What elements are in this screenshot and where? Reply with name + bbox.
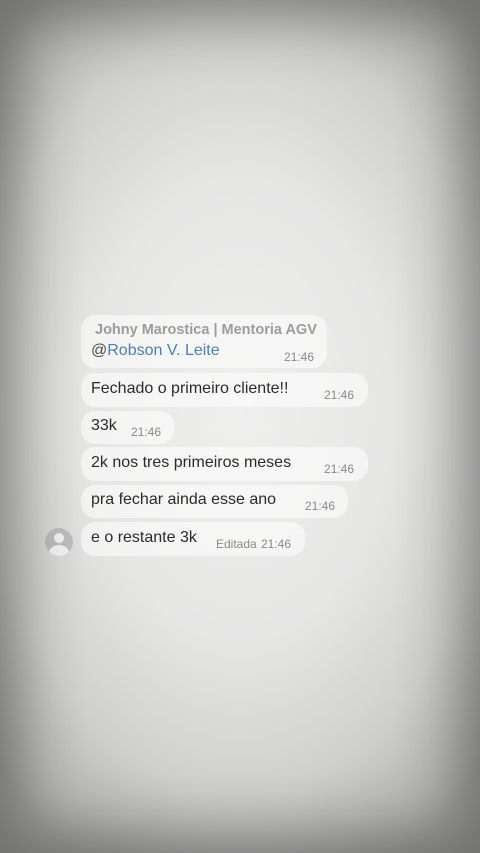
message-time: 21:46: [305, 499, 336, 513]
message-bubble[interactable]: e o restante 3k Editada 21:46: [81, 522, 305, 556]
message-text: pra fechar ainda esse ano: [91, 491, 277, 508]
mention-link[interactable]: Robson V. Leite: [107, 342, 219, 359]
message-bubble[interactable]: pra fechar ainda esse ano 21:46: [81, 485, 348, 518]
message-text: 33k: [91, 417, 117, 434]
mention-at-symbol: @: [91, 342, 108, 359]
message-bubble[interactable]: 2k nos tres primeiros meses 21:46: [81, 447, 368, 481]
message-bubble[interactable]: Johny Marostica | Mentoria AGV @Robson V…: [81, 315, 327, 368]
message-time: 21:46: [284, 350, 315, 364]
avatar-body-shape: [49, 545, 69, 556]
message-text: e o restante 3k: [91, 529, 197, 546]
message-text: Fechado o primeiro cliente!!: [91, 380, 289, 397]
message-time: 21:46: [131, 425, 162, 439]
message-bubble[interactable]: Fechado o primeiro cliente!! 21:46: [81, 373, 368, 407]
message-time: 21:46: [324, 388, 355, 402]
message-bubble[interactable]: 33k 21:46: [81, 411, 174, 444]
chat-screen: Johny Marostica | Mentoria AGV @Robson V…: [0, 0, 480, 853]
avatar-head-shape: [54, 533, 64, 543]
mention-text: @Robson V. Leite: [91, 342, 220, 360]
user-avatar-icon[interactable]: [45, 528, 73, 556]
vignette-overlay: [0, 0, 480, 853]
edited-label: Editada: [216, 537, 257, 551]
message-time: 21:46: [324, 462, 355, 476]
sender-name[interactable]: Johny Marostica | Mentoria AGV: [95, 322, 317, 338]
message-text: 2k nos tres primeiros meses: [91, 454, 292, 471]
message-time: 21:46: [261, 537, 292, 551]
